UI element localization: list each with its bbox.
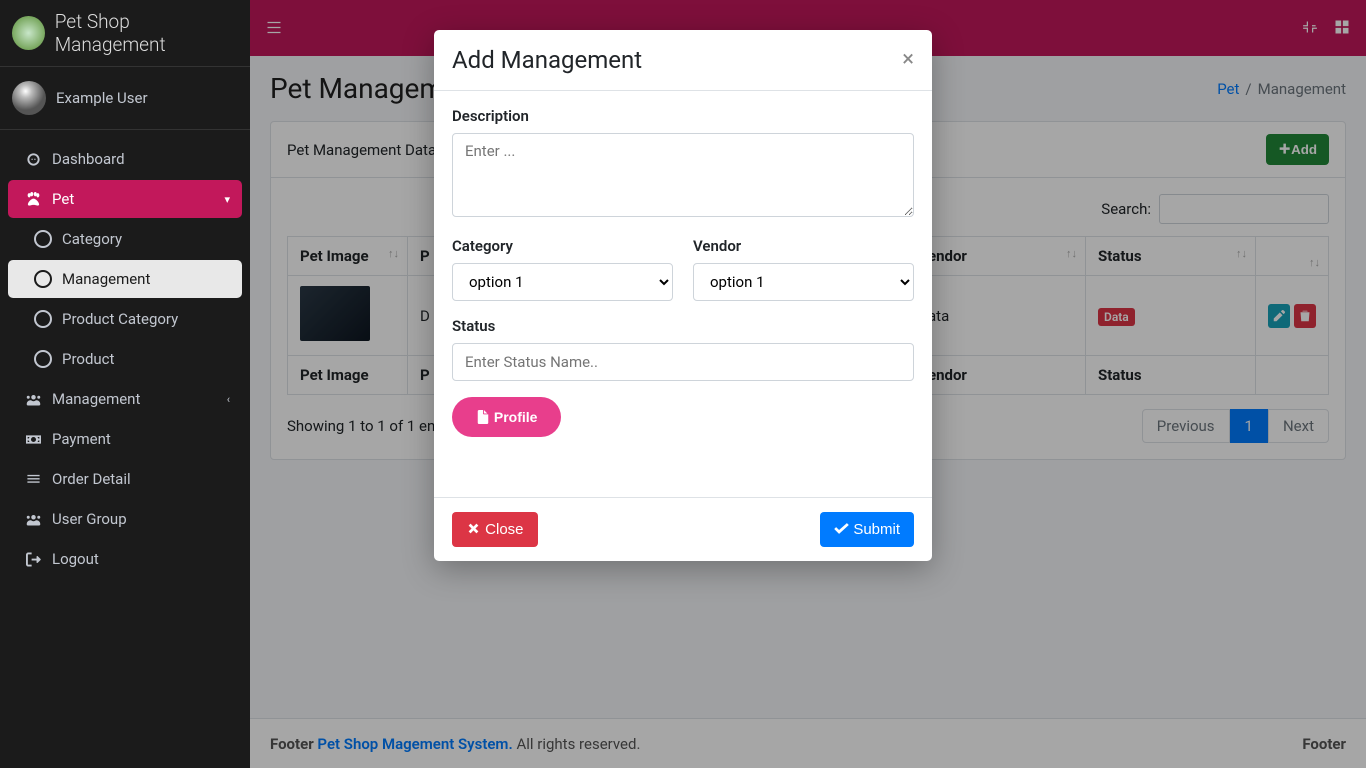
description-input[interactable] (452, 133, 914, 217)
sidebar-item-label: Order Detail (52, 470, 131, 488)
user-name: Example User (56, 89, 148, 107)
status-label: Status (452, 317, 914, 335)
check-icon (834, 521, 849, 536)
sidebar-item-order-detail[interactable]: Order Detail (8, 460, 242, 498)
sidebar-item-category[interactable]: Category (8, 220, 242, 258)
sidebar-item-management[interactable]: Management (8, 260, 242, 298)
modal-title: Add Management (452, 46, 642, 74)
sidebar-item-label: Logout (52, 550, 99, 568)
add-management-modal: Add Management × Description Category op… (434, 30, 932, 561)
sidebar-item-label: Product Category (62, 310, 178, 328)
circle-icon (30, 310, 56, 328)
sidebar-item-dashboard[interactable]: Dashboard (8, 140, 242, 178)
submit-button-label: Submit (853, 521, 900, 538)
sidebar-item-logout[interactable]: Logout (8, 540, 242, 578)
dashboard-icon (20, 152, 46, 167)
modal-footer: Close Submit (434, 497, 932, 561)
modal-header: Add Management × (434, 30, 932, 91)
modal-body: Description Category option 1 Vendor opt… (434, 91, 932, 497)
brand[interactable]: Pet Shop Management (0, 0, 250, 67)
brand-logo-icon (12, 16, 45, 50)
sidebar-item-label: Management (52, 390, 140, 408)
sidebar-item-label: Pet (52, 190, 74, 208)
sidebar-item-product-category[interactable]: Product Category (8, 300, 242, 338)
user-panel[interactable]: Example User (0, 67, 250, 130)
paw-icon (20, 192, 46, 207)
vendor-label: Vendor (693, 237, 914, 255)
sidebar-item-label: Payment (52, 430, 111, 448)
description-label: Description (452, 107, 914, 125)
circle-icon (30, 350, 56, 368)
close-button[interactable]: Close (452, 512, 538, 547)
sidebar-item-label: User Group (52, 510, 127, 528)
sidebar-item-pet[interactable]: Pet ▾ (8, 180, 242, 218)
sidebar-nav: Dashboard Pet ▾ Category Management Prod… (0, 130, 250, 588)
brand-title: Pet Shop Management (55, 10, 238, 56)
logout-icon (20, 552, 46, 567)
times-icon (466, 521, 481, 536)
users-icon (20, 512, 46, 527)
close-icon[interactable]: × (902, 49, 914, 71)
file-icon (476, 410, 490, 424)
status-input[interactable] (452, 343, 914, 381)
sidebar-item-user-group[interactable]: User Group (8, 500, 242, 538)
sidebar-item-label: Product (62, 350, 114, 368)
close-button-label: Close (485, 521, 523, 538)
circle-icon (30, 270, 56, 288)
avatar (12, 81, 46, 115)
money-icon (20, 432, 46, 447)
category-select[interactable]: option 1 (452, 263, 673, 301)
chevron-left-icon: ‹ (227, 393, 230, 406)
sidebar-item-label: Category (62, 230, 122, 248)
sidebar-item-payment[interactable]: Payment (8, 420, 242, 458)
users-icon (20, 392, 46, 407)
sidebar-item-management-group[interactable]: Management ‹ (8, 380, 242, 418)
profile-button-label: Profile (494, 409, 538, 425)
sidebar-item-label: Dashboard (52, 150, 125, 168)
vendor-select[interactable]: option 1 (693, 263, 914, 301)
circle-icon (30, 230, 56, 248)
list-icon (20, 472, 46, 487)
sidebar: Pet Shop Management Example User Dashboa… (0, 0, 250, 768)
chevron-down-icon: ▾ (224, 193, 230, 206)
category-label: Category (452, 237, 673, 255)
sidebar-item-product[interactable]: Product (8, 340, 242, 378)
submit-button[interactable]: Submit (820, 512, 914, 547)
sidebar-item-label: Management (62, 270, 150, 288)
profile-button[interactable]: Profile (452, 397, 561, 437)
